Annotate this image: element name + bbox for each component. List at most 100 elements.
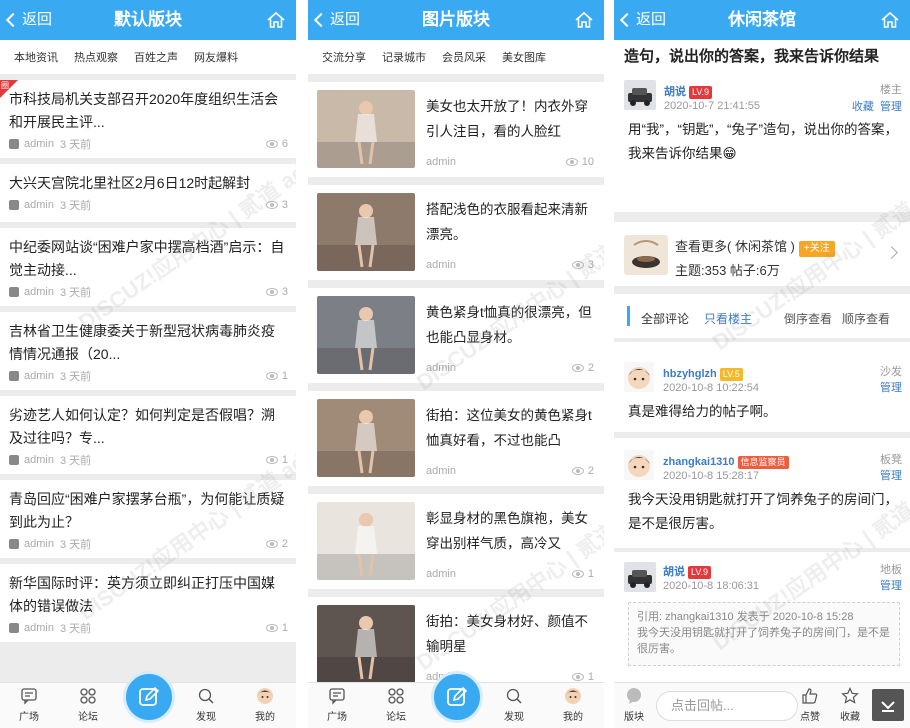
eye-icon: [571, 364, 584, 372]
manage-link[interactable]: 管理: [880, 468, 902, 484]
bottom-tabbar: 广场 论坛 发现 我的: [308, 671, 604, 728]
sort-desc-link[interactable]: 倒序查看: [784, 310, 832, 327]
thread-item[interactable]: 中纪委网站谈“困难户家中摆高档酒”启示：自觉主动接... admin 3 天前 3: [0, 228, 296, 306]
compose-button[interactable]: [431, 671, 483, 723]
car-avatar-icon: [624, 80, 656, 110]
quote-body: 我今天没用钥匙就打开了饲养兔子的房间门，是不是很厉害。: [637, 627, 890, 655]
tab-square[interactable]: 广场: [317, 687, 357, 723]
user-avatar[interactable]: [624, 562, 656, 592]
user-avatar[interactable]: [624, 80, 656, 110]
post-time: 3 天前: [59, 139, 92, 151]
author: admin: [426, 465, 456, 477]
author-avatar: [9, 200, 19, 210]
thread-title: 市科技局机关支部召开2020年度组织生活会和开展民主评...: [9, 91, 279, 130]
new-tag-label: 圈: [1, 81, 9, 90]
eye-icon: [265, 624, 278, 632]
thread-title: 街拍：美女身材好、颜值不输明星: [426, 614, 588, 654]
tab-mine[interactable]: 我的: [245, 687, 285, 723]
thread-title: 搭配浅色的衣服看起来清新漂亮。: [426, 202, 588, 242]
tab-discover[interactable]: 发现: [186, 687, 226, 723]
picture-thread-item[interactable]: 街拍：这位美女的黄色紧身t恤真好看，不过也能凸 admin 2: [308, 391, 604, 486]
thumbnail-image: [317, 399, 415, 477]
thread-title: 青岛回应“困难户家摆茅台瓶”，为何能让质疑到此为止？: [9, 491, 285, 530]
level-badge: LV.9: [688, 566, 712, 579]
tab-1[interactable]: 热点观察: [74, 49, 118, 65]
floor-label: 板凳 管理: [880, 452, 902, 484]
reply-item: zhangkai1310 信息监察员 2020-10-8 15:28:17 板凳管…: [614, 438, 910, 548]
forum-card[interactable]: 查看更多( 休闲茶馆 ) +关注 主题:353 帖子:6万: [614, 222, 910, 286]
manage-link[interactable]: 管理: [880, 101, 902, 113]
scroll-bottom-button[interactable]: [872, 689, 904, 721]
home-icon[interactable]: [574, 10, 594, 30]
home-icon[interactable]: [266, 10, 286, 30]
user-line: 胡说 LV.9: [663, 562, 712, 580]
tab-0[interactable]: 本地资讯: [14, 49, 58, 65]
thread-item[interactable]: 新华国际时评：英方须立即纠正打压中国媒体的错误做法 admin 3 天前 1: [0, 564, 296, 642]
tab-3[interactable]: 网友爆料: [194, 49, 238, 65]
favorite-link[interactable]: 收藏: [852, 101, 874, 113]
tab-square[interactable]: 广场: [9, 687, 49, 723]
tab-0[interactable]: 交流分享: [322, 49, 366, 65]
tab-2[interactable]: 百姓之声: [134, 49, 178, 65]
post-time: 2020-10-8 10:22:54: [663, 382, 760, 394]
manage-link[interactable]: 管理: [880, 380, 902, 396]
avatar-icon: [257, 688, 273, 704]
thread-title: 美女也太开放了！内衣外穿引人注目，看的人脸红: [426, 99, 588, 139]
user-avatar[interactable]: [624, 362, 654, 392]
forum-more[interactable]: 查看更多( 休闲茶馆 ) +关注: [675, 236, 835, 257]
tab-discover[interactable]: 发现: [494, 687, 534, 723]
tab-3[interactable]: 美女图库: [502, 49, 546, 65]
reply-input[interactable]: 点击回帖...: [656, 691, 798, 721]
panel-picture-forum: 返回 图片版块 交流分享 记录城市 会员风采 美女图库 美女也太开放了！内衣外穿…: [308, 0, 604, 728]
picture-thread-item[interactable]: 美女也太开放了！内衣外穿引人注目，看的人脸红 admin 10: [308, 82, 604, 177]
tab-label: 论坛: [78, 712, 98, 723]
picture-thread-item[interactable]: 搭配浅色的衣服看起来清新漂亮。 admin 3: [308, 185, 604, 280]
quote-head: 引用: zhangkai1310 发表于 2020-10-8 15:28: [637, 611, 854, 623]
post-time: 3 天前: [59, 623, 92, 635]
favorite-button[interactable]: 收藏: [830, 687, 870, 723]
user-avatar[interactable]: [624, 450, 654, 480]
username[interactable]: 胡说: [664, 86, 686, 98]
tab-1[interactable]: 记录城市: [382, 49, 426, 65]
tab-forum[interactable]: 论坛: [68, 687, 108, 723]
star-icon: [841, 687, 859, 704]
thread-item[interactable]: 青岛回应“困难户家摆茅台瓶”，为何能让质疑到此为止？ admin 3 天前 2: [0, 480, 296, 558]
picture-thread-item[interactable]: 黄色紧身t恤真的很漂亮，但也能凸显身材。 admin 2: [308, 288, 604, 383]
header-bar: 返回 图片版块: [308, 0, 604, 40]
thread-item[interactable]: 吉林省卫生健康委关于新型冠状病毒肺炎疫情情况通报（20... admin 3 天前…: [0, 312, 296, 390]
sub-tabs: 交流分享 记录城市 会员风采 美女图库: [308, 40, 604, 74]
thread-item[interactable]: 劣迹艺人如何认定？如何判定是否假唱？溯及过往吗？专... admin 3 天前 1: [0, 396, 296, 474]
only-op-link[interactable]: 只看楼主: [704, 310, 752, 327]
tab-mine[interactable]: 我的: [553, 687, 593, 723]
eye-icon: [571, 673, 584, 681]
tab-forum[interactable]: 论坛: [376, 687, 416, 723]
follow-button[interactable]: +关注: [798, 241, 835, 257]
floor-text: 地板: [880, 564, 902, 576]
username[interactable]: 胡说: [663, 566, 685, 578]
sort-asc-link[interactable]: 顺序查看: [842, 310, 890, 327]
thread-item[interactable]: 圈 市科技局机关支部召开2020年度组织生活会和开展民主评... admin 3 …: [0, 80, 296, 158]
tab-2[interactable]: 会员风采: [442, 49, 486, 65]
compose-button[interactable]: [123, 671, 175, 723]
picture-thread-item[interactable]: 彰显身材的黑色旗袍，美女穿出别样气质，高冷又 admin 1: [308, 494, 604, 589]
thumbnail-image: [317, 193, 415, 271]
chevron-right-icon: [885, 246, 898, 259]
reply-item: hbzyhglzh LV.5 2020-10-8 10:22:54 沙发 管理 真是…: [614, 342, 910, 432]
view-count: 1: [587, 568, 594, 580]
author-avatar: [9, 287, 19, 297]
header-bar: 返回 默认版块: [0, 0, 296, 40]
like-button[interactable]: 点赞: [790, 687, 830, 723]
panel-default-forum: 返回 默认版块 本地资讯 热点观察 百姓之声 网友爆料 圈 市科技局机关支部召开…: [0, 0, 296, 728]
compose-icon: [139, 686, 160, 706]
username[interactable]: hbzyhglzh: [663, 368, 717, 380]
home-icon[interactable]: [880, 10, 900, 30]
manage-link[interactable]: 管理: [880, 578, 902, 594]
thread-item[interactable]: 大兴天宫院北里社区2月6日12时起解封 admin 3 天前 3: [0, 164, 296, 222]
username[interactable]: zhangkai1310: [663, 456, 735, 468]
user-line: hbzyhglzh LV.5: [663, 364, 743, 382]
new-tag: 圈: [0, 80, 18, 98]
bubble-icon: [627, 688, 641, 704]
forum-button[interactable]: 版块: [614, 687, 654, 723]
thumbnail-image: [317, 605, 415, 683]
author: admin: [24, 622, 54, 634]
